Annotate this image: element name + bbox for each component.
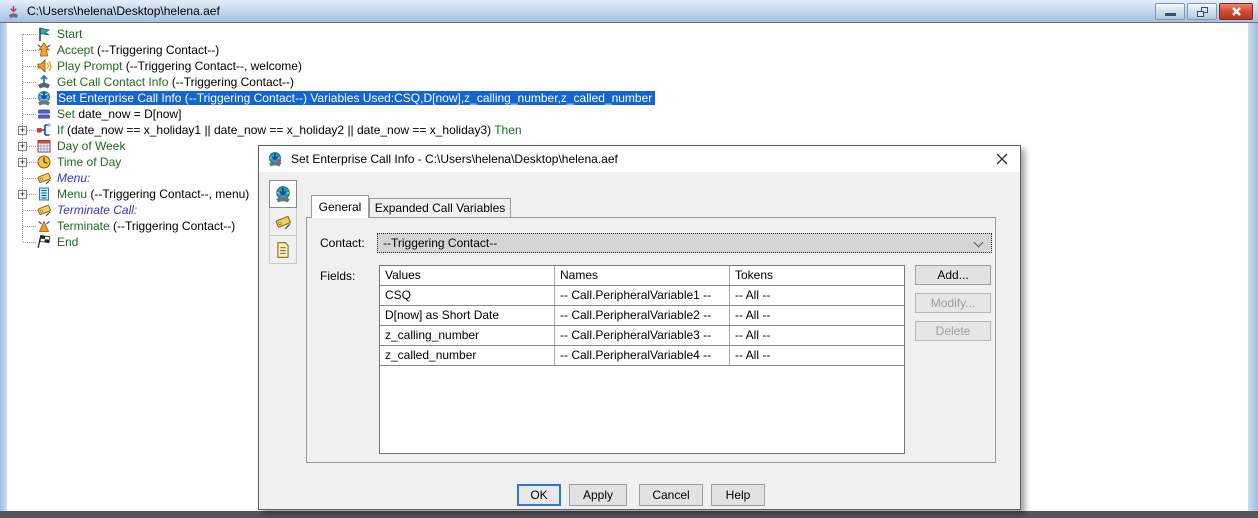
- dialog-step-toolbar: [269, 180, 298, 264]
- tree-item-day-of-week[interactable]: Day of Week: [8, 138, 125, 154]
- table-row[interactable]: CSQ -- Call.PeripheralVariable1 -- -- Al…: [380, 286, 904, 306]
- ok-button[interactable]: OK: [517, 484, 561, 506]
- cell-value: D[now] as Short Date: [380, 306, 555, 325]
- column-header-values[interactable]: Values: [380, 266, 555, 285]
- expand-plus-icon[interactable]: [18, 190, 27, 199]
- window-bottom-edge: [0, 511, 1258, 518]
- menu-list-icon: [36, 186, 52, 202]
- cell-value: z_called_number: [380, 346, 555, 365]
- window-title: C:\Users\helena\Desktop\helena.aef: [27, 4, 220, 18]
- expand-plus-icon[interactable]: [18, 126, 27, 135]
- end-checkered-flag-icon: [36, 234, 52, 250]
- set-enterprise-call-info-icon: [36, 90, 52, 106]
- cell-token: -- All --: [730, 306, 904, 325]
- delete-button[interactable]: Delete: [915, 321, 991, 341]
- restore-icon: [1197, 7, 1208, 17]
- cell-name: -- Call.PeripheralVariable3 --: [555, 326, 730, 345]
- column-header-tokens[interactable]: Tokens: [730, 266, 904, 285]
- window-border-left: [0, 23, 7, 512]
- help-button[interactable]: Help: [711, 484, 765, 506]
- app-window: C:\Users\helena\Desktop\helena.aef Start: [0, 0, 1258, 518]
- general-tab-panel: Contact: --Triggering Contact-- Fields: …: [306, 217, 996, 463]
- tab-general[interactable]: General: [311, 195, 369, 218]
- column-header-names[interactable]: Names: [555, 266, 730, 285]
- expand-plus-icon[interactable]: [18, 142, 27, 151]
- tree-item-time-of-day[interactable]: Time of Day: [8, 154, 121, 170]
- close-button[interactable]: [1219, 3, 1253, 20]
- toolbar-tab-document[interactable]: [269, 236, 297, 264]
- tree-item-menu-comment[interactable]: Menu:: [8, 170, 90, 186]
- restore-button[interactable]: [1187, 3, 1217, 20]
- table-header-row: Values Names Tokens: [380, 266, 904, 286]
- selected-row-highlight: Set Enterprise Call Info (--Triggering C…: [57, 91, 655, 105]
- app-script-icon: [6, 4, 21, 19]
- cell-name: -- Call.PeripheralVariable1 --: [555, 286, 730, 305]
- label-tag-icon: [36, 170, 52, 186]
- modify-button[interactable]: Modify...: [915, 293, 991, 313]
- dialog-close-icon[interactable]: [995, 152, 1009, 166]
- cell-name: -- Call.PeripheralVariable2 --: [555, 306, 730, 325]
- label-tag-icon: [274, 213, 292, 231]
- expand-plus-icon[interactable]: [18, 158, 27, 167]
- cancel-button[interactable]: Cancel: [639, 484, 703, 506]
- accept-icon: [36, 42, 52, 58]
- set-enterprise-call-info-icon: [274, 185, 292, 203]
- cell-token: -- All --: [730, 286, 904, 305]
- minimize-button[interactable]: [1155, 3, 1185, 20]
- speaker-icon: [36, 58, 52, 74]
- toolbar-tab-general[interactable]: [269, 180, 297, 208]
- tree-item-get-call-contact-info[interactable]: Get Call Contact Info (--Triggering Cont…: [8, 74, 294, 90]
- tree-item-terminate[interactable]: Terminate (--Triggering Contact--): [8, 218, 235, 234]
- contact-dropdown[interactable]: --Triggering Contact--: [377, 233, 992, 253]
- label-tag-icon: [36, 202, 52, 218]
- window-titlebar: C:\Users\helena\Desktop\helena.aef: [0, 0, 1258, 23]
- cell-value: CSQ: [380, 286, 555, 305]
- clock-icon: [36, 154, 52, 170]
- set-enterprise-call-info-dialog: Set Enterprise Call Info - C:\Users\hele…: [258, 145, 1021, 510]
- window-border-right: [1248, 23, 1258, 512]
- tab-expanded-call-variables[interactable]: Expanded Call Variables: [369, 198, 511, 218]
- close-icon: [1231, 6, 1242, 17]
- if-branch-icon: [36, 122, 52, 138]
- table-row[interactable]: D[now] as Short Date -- Call.PeripheralV…: [380, 306, 904, 326]
- contact-label: Contact:: [320, 236, 365, 250]
- chevron-down-icon: [974, 238, 984, 248]
- cell-value: z_calling_number: [380, 326, 555, 345]
- toolbar-tab-label[interactable]: [269, 208, 297, 236]
- window-controls: [1155, 3, 1253, 20]
- set-variable-icon: [36, 106, 52, 122]
- tree-item-terminate-call-comment[interactable]: Terminate Call:: [8, 202, 137, 218]
- document-icon: [274, 241, 292, 259]
- cell-token: -- All --: [730, 346, 904, 365]
- add-button[interactable]: Add...: [915, 265, 991, 285]
- dialog-title: Set Enterprise Call Info - C:\Users\hele…: [291, 152, 618, 166]
- start-flag-icon: [36, 26, 52, 42]
- tree-item-menu[interactable]: Menu (--Triggering Contact--, menu): [8, 186, 249, 202]
- tree-item-set-date-now[interactable]: Set date_now = D[now]: [8, 106, 181, 122]
- dialog-titlebar: Set Enterprise Call Info - C:\Users\hele…: [259, 146, 1020, 172]
- calendar-icon: [36, 138, 52, 154]
- phone-up-arrow-icon: [36, 74, 52, 90]
- fields-table[interactable]: Values Names Tokens CSQ -- Call.Peripher…: [379, 265, 905, 454]
- tree-item-start[interactable]: Start: [8, 26, 82, 42]
- minimize-icon: [1165, 13, 1176, 16]
- table-row[interactable]: z_called_number -- Call.PeripheralVariab…: [380, 346, 904, 366]
- tree-item-end[interactable]: End: [8, 234, 78, 250]
- cell-token: -- All --: [730, 326, 904, 345]
- tree-item-if[interactable]: If (date_now == x_holiday1 || date_now =…: [8, 122, 522, 138]
- apply-button[interactable]: Apply: [569, 484, 627, 506]
- tree-item-set-enterprise-call-info[interactable]: Set Enterprise Call Info (--Triggering C…: [8, 90, 655, 106]
- tree-item-play-prompt[interactable]: Play Prompt (--Triggering Contact--, wel…: [8, 58, 302, 74]
- fields-label: Fields:: [320, 269, 355, 283]
- cell-name: -- Call.PeripheralVariable4 --: [555, 346, 730, 365]
- table-row[interactable]: z_calling_number -- Call.PeripheralVaria…: [380, 326, 904, 346]
- terminate-cone-icon: [36, 218, 52, 234]
- set-enterprise-call-info-icon: [267, 151, 283, 167]
- contact-value: --Triggering Contact--: [383, 236, 497, 250]
- tree-item-accept[interactable]: Accept (--Triggering Contact--): [8, 42, 219, 58]
